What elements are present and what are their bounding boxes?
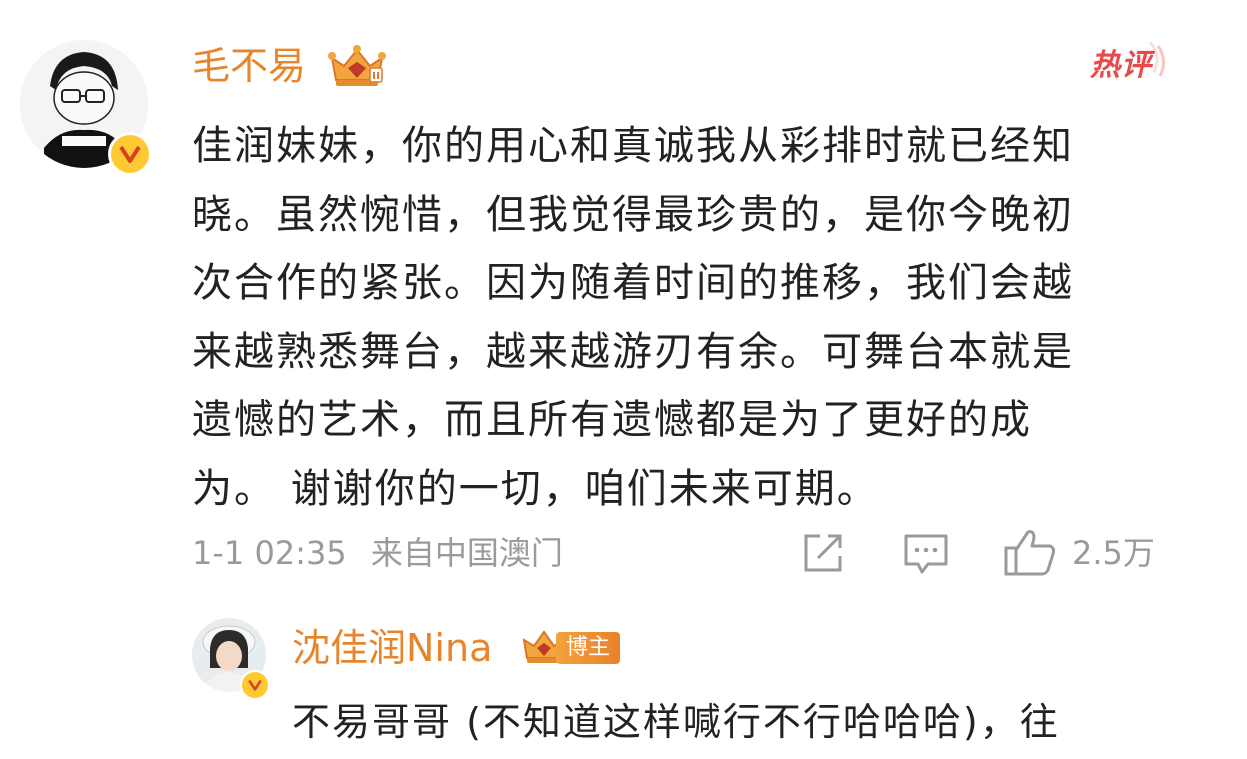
reply-text: 不易哥哥 (不知道这样喊行不行哈哈哈)，往 [292, 700, 1060, 744]
hot-comment-badge: 热评 [1088, 40, 1172, 90]
comment-text: 佳润妹妹，你的用心和真诚我从彩排时就已经知 晓。虽然惋惜，但我觉得最珍贵的，是你… [192, 112, 1182, 523]
comment-line: 次合作的紧张。因为随着时间的推移，我们会越 [192, 260, 1074, 306]
share-icon[interactable] [800, 530, 846, 576]
verified-icon [240, 670, 270, 700]
verified-icon [108, 132, 152, 176]
crown-badge-icon [328, 45, 386, 86]
like-icon[interactable] [1002, 526, 1058, 578]
comment-line: 晓。虽然惋惜，但我觉得最珍贵的，是你今晚初 [192, 191, 1074, 238]
reply-username[interactable]: 沈佳润Nina [292, 622, 492, 674]
like-count: 2.5万 [1072, 534, 1155, 572]
comment-line: 遗憾的艺术，而且所有遗憾都是为了更好的成 [192, 397, 1032, 443]
location-source: 来自中国澳门 [370, 534, 563, 572]
comment-icon[interactable] [902, 530, 950, 576]
blogger-badge: 博主 [556, 632, 621, 664]
comment-line: 来越熟悉舞台，越来越游刃有余。可舞台本就是 [192, 328, 1074, 375]
comment-meta: 1-1 02:35 来自中国澳门 [192, 530, 563, 576]
comment-line: 佳润妹妹，你的用心和真诚我从彩排时就已经知 [192, 123, 1074, 169]
comment-line: 为。 谢谢你的一切，咱们未来可期。 [192, 465, 879, 512]
timestamp: 1-1 02:35 [192, 534, 347, 572]
username[interactable]: 毛不易 [192, 40, 306, 92]
hot-label: 热评 [1090, 48, 1152, 83]
